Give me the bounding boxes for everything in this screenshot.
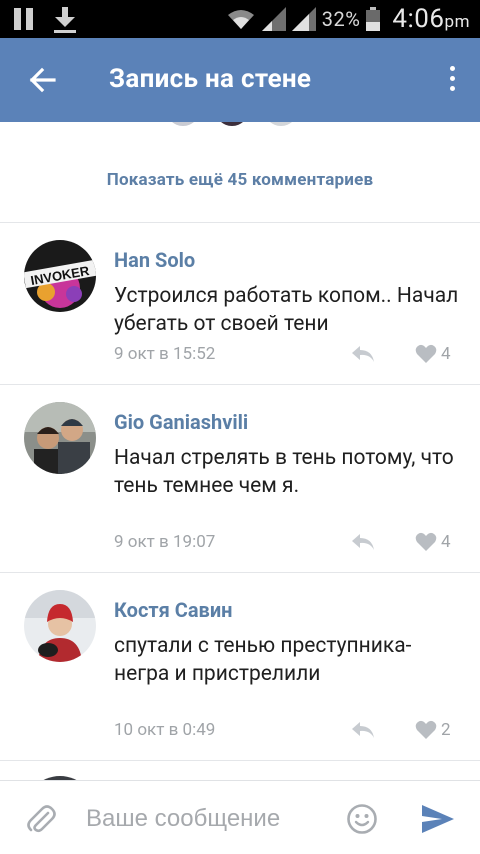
avatar[interactable] bbox=[24, 590, 96, 662]
show-more-comments-link[interactable]: Показать ещё 45 комментариев bbox=[0, 170, 480, 204]
message-input[interactable] bbox=[86, 799, 336, 839]
divider bbox=[0, 222, 480, 223]
comment-date: 10 окт в 0:49 bbox=[114, 720, 216, 740]
avatar-remnant bbox=[215, 122, 249, 126]
comment-item: Gio Ganiashvili Начал стрелять в тень по… bbox=[0, 386, 480, 572]
comment-item: Костя Савин спутали с тенью преступника-… bbox=[0, 574, 480, 760]
divider bbox=[0, 572, 480, 573]
heart-icon bbox=[415, 532, 437, 551]
battery-percent: 32% bbox=[321, 7, 361, 31]
clock: 4:06pm bbox=[392, 4, 470, 34]
comment-author[interactable]: Gio Ganiashvili bbox=[114, 410, 248, 434]
app-toolbar: Запись на стене bbox=[0, 38, 480, 122]
status-bar: 32% 4:06pm bbox=[0, 0, 480, 38]
reply-icon[interactable] bbox=[350, 720, 376, 740]
comment-text: Устроился работать копом.. Начал убегать… bbox=[114, 284, 459, 336]
avatar-remnant bbox=[166, 122, 200, 126]
reply-icon[interactable] bbox=[350, 532, 376, 552]
avatar-remnant bbox=[264, 122, 298, 126]
scrolled-avatars bbox=[0, 122, 480, 130]
comment-author[interactable]: Han Solo bbox=[114, 248, 195, 272]
wifi-icon bbox=[227, 10, 254, 29]
paperclip-icon[interactable] bbox=[24, 803, 58, 837]
battery-icon bbox=[366, 7, 381, 31]
heart-icon bbox=[415, 344, 437, 363]
avatar[interactable] bbox=[24, 402, 96, 474]
signal-1-icon bbox=[261, 7, 286, 31]
clock-suffix: pm bbox=[444, 12, 470, 32]
avatar[interactable]: INVOKER bbox=[24, 240, 96, 312]
reply-icon[interactable] bbox=[350, 344, 376, 364]
comment-date: 9 окт в 19:07 bbox=[114, 532, 216, 552]
like-count: 4 bbox=[441, 344, 451, 364]
comment-item: INVOKER Han Solo Устроился работать копо… bbox=[0, 224, 480, 384]
comment-author[interactable]: Костя Савин bbox=[114, 598, 232, 622]
like-button[interactable]: 4 bbox=[415, 343, 451, 365]
divider bbox=[0, 384, 480, 385]
like-button[interactable]: 4 bbox=[415, 531, 451, 553]
download-icon bbox=[54, 7, 76, 33]
back-arrow-icon[interactable] bbox=[18, 60, 62, 100]
like-count: 2 bbox=[441, 720, 451, 740]
message-composer bbox=[0, 780, 480, 854]
emoji-icon[interactable] bbox=[346, 803, 378, 835]
like-button[interactable]: 2 bbox=[415, 719, 451, 741]
pause-icon bbox=[14, 8, 36, 30]
clock-time: 4:06 bbox=[392, 4, 445, 34]
like-count: 4 bbox=[441, 532, 451, 552]
send-icon[interactable] bbox=[420, 803, 456, 835]
comment-date: 9 окт в 15:52 bbox=[114, 344, 216, 364]
divider bbox=[0, 760, 480, 761]
page-title: Запись на стене bbox=[109, 64, 312, 94]
comment-text: Начал стрелять в тень потому, что тень т… bbox=[114, 446, 454, 498]
signal-2-icon bbox=[291, 7, 316, 31]
comment-text: спутали с тенью преступника-негра и прис… bbox=[114, 634, 412, 686]
heart-icon bbox=[415, 720, 437, 739]
more-options-icon[interactable] bbox=[444, 62, 460, 98]
